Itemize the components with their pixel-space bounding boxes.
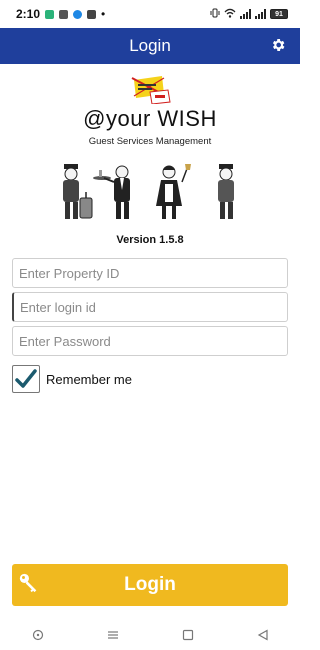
browser-icon bbox=[73, 9, 83, 19]
status-right: 91 bbox=[210, 8, 288, 20]
app-version: Version 1.5.8 bbox=[116, 234, 184, 246]
vibrate-icon bbox=[210, 8, 220, 20]
waiter-figure bbox=[93, 165, 130, 219]
app-notification-icon bbox=[45, 9, 55, 19]
battery-icon: 91 bbox=[270, 9, 288, 19]
doorman-figure bbox=[218, 164, 234, 219]
signal-2-icon bbox=[255, 9, 266, 19]
back-triangle-icon[interactable] bbox=[253, 625, 273, 645]
settings-button[interactable] bbox=[268, 35, 288, 55]
remember-me-label: Remember me bbox=[46, 371, 132, 387]
maid-figure bbox=[156, 164, 191, 219]
signal-1-icon bbox=[240, 9, 251, 19]
brand-tagline: Guest Services Management bbox=[88, 136, 212, 147]
checkmark-icon bbox=[15, 369, 37, 388]
property-id-input[interactable] bbox=[12, 258, 288, 288]
first-stamp-logo bbox=[131, 76, 171, 104]
password-input[interactable] bbox=[12, 326, 288, 356]
brand-name: @your WISH bbox=[83, 106, 217, 131]
status-dot: • bbox=[101, 7, 106, 21]
status-bar: 2:10 • 91 bbox=[0, 0, 300, 28]
remember-me-toggle[interactable]: Remember me bbox=[12, 365, 132, 393]
staff-illustration bbox=[63, 164, 234, 219]
menu-icon[interactable] bbox=[103, 625, 123, 645]
status-left: 2:10 • bbox=[16, 7, 105, 21]
square-icon[interactable] bbox=[178, 625, 198, 645]
page-title: Login bbox=[129, 36, 171, 55]
bellboy-figure bbox=[63, 164, 93, 219]
circle-icon[interactable] bbox=[28, 625, 48, 645]
status-time: 2:10 bbox=[16, 7, 41, 21]
sync-icon bbox=[59, 9, 69, 19]
system-nav-bar bbox=[0, 620, 300, 650]
login-button[interactable]: Login bbox=[12, 564, 288, 606]
message-icon bbox=[87, 9, 97, 19]
wifi-icon bbox=[224, 8, 236, 20]
gear-icon bbox=[272, 39, 285, 51]
login-id-input[interactable] bbox=[12, 292, 288, 322]
login-button-label: Login bbox=[124, 574, 176, 595]
app-bar: Login bbox=[0, 28, 300, 64]
key-icon bbox=[19, 573, 37, 593]
remember-me-checkbox[interactable] bbox=[12, 365, 40, 393]
